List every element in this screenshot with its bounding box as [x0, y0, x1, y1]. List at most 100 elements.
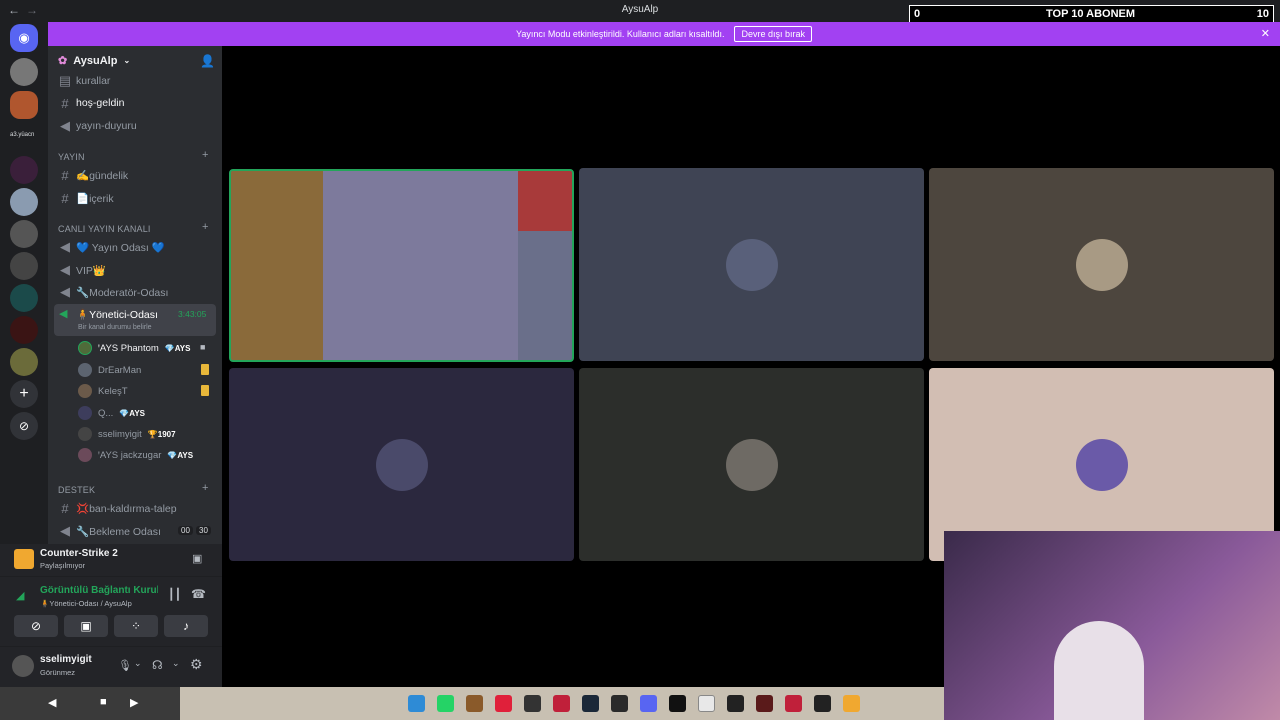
app-icon[interactable]: [785, 695, 802, 712]
close-icon[interactable]: ✕: [1261, 27, 1270, 40]
channel-label: ✍️gündelik: [76, 169, 129, 182]
stop-icon[interactable]: ■: [100, 696, 107, 708]
app-icon[interactable]: [466, 695, 483, 712]
channel-icerik[interactable]: # 📄içerik: [58, 189, 113, 207]
steam-icon[interactable]: [582, 695, 599, 712]
hash-icon: #: [61, 95, 69, 111]
user-tag: 💎AYS: [167, 450, 194, 460]
voice-user-name: sselimyigit: [98, 428, 142, 440]
channel-status-prompt[interactable]: Bir kanal durumu belirle: [78, 324, 152, 331]
server-label: a3.yüacn: [10, 132, 35, 138]
video-tile-5[interactable]: [579, 368, 924, 561]
video-tile-camera-1[interactable]: [229, 169, 574, 362]
server-icon[interactable]: [10, 284, 38, 312]
server-icon-aysualp[interactable]: [10, 91, 38, 119]
channel-kurallar[interactable]: ▤ kurallar: [58, 72, 111, 90]
voice-user[interactable]: sselimyigit 🏆1907: [78, 425, 176, 443]
megaphone-icon: ◀: [60, 118, 70, 133]
signal-icon[interactable]: ◢: [16, 589, 24, 602]
chevron-down-icon[interactable]: ⌄: [172, 658, 180, 669]
add-channel-icon[interactable]: +: [202, 482, 208, 494]
channel-vip[interactable]: ◀ VIP👑: [58, 261, 106, 279]
channel-ban-kaldirma[interactable]: # 💢ban-kaldırma-talep: [58, 499, 176, 517]
discord-icon[interactable]: [640, 695, 657, 712]
app-icon[interactable]: [524, 695, 541, 712]
video-tile-2[interactable]: [579, 168, 924, 361]
voice-user[interactable]: ꞌAYS Phantom 💎AYS: [78, 339, 190, 357]
user-status: Görünmez: [40, 668, 76, 677]
voice-channel[interactable]: 🧍Yönetici-Odası / AysuAlp: [40, 599, 132, 608]
microphone-icon[interactable]: 🎙: [118, 659, 132, 672]
tiktok-icon[interactable]: [669, 695, 686, 712]
speaker-icon: ◀: [60, 523, 70, 538]
add-channel-icon[interactable]: +: [202, 149, 208, 161]
channel-yayin-odasi[interactable]: ◀ 💙 Yayın Odası 💙: [58, 238, 165, 256]
server-header[interactable]: ✿ AysuAlp ⌄: [58, 54, 130, 68]
username[interactable]: sselimyigit: [40, 654, 92, 665]
chevron-down-icon[interactable]: ⌄: [134, 658, 142, 669]
cs2-taskbar-icon[interactable]: [843, 695, 860, 712]
soundboard-button[interactable]: ♪: [164, 615, 208, 637]
avatar: [78, 363, 92, 377]
voice-user-name: KeleşT: [98, 385, 128, 397]
windows-start-icon[interactable]: [408, 695, 425, 712]
voice-user[interactable]: KeleşT: [78, 382, 128, 400]
video-tile-3[interactable]: [929, 168, 1274, 361]
channel-moderator[interactable]: ◀ 🔧Moderatör-Odası: [58, 283, 168, 301]
channel-gundelik[interactable]: # ✍️gündelik: [58, 166, 128, 184]
channel-hos-geldin[interactable]: # hoş-geldin: [58, 94, 124, 112]
next-icon[interactable]: ▶: [130, 696, 138, 709]
server-icon[interactable]: [10, 220, 38, 248]
terminal-icon[interactable]: [814, 695, 831, 712]
server-icon[interactable]: [10, 316, 38, 344]
prev-icon[interactable]: ◀: [48, 696, 56, 709]
channel-bekleme[interactable]: ◀ 🔧Bekleme Odası: [58, 522, 161, 540]
avatar[interactable]: [12, 655, 34, 677]
voice-user[interactable]: ꞌAYS jackzugar 💎AYS: [78, 446, 193, 464]
whatsapp-icon[interactable]: [437, 695, 454, 712]
category-yayin[interactable]: YAYIN: [58, 152, 85, 162]
discord-home-icon[interactable]: ◉: [10, 24, 38, 52]
channel-yayin-duyuru[interactable]: ◀ yayın-duyuru: [58, 117, 137, 135]
video-tile-4[interactable]: [229, 368, 574, 561]
voice-user[interactable]: DrEarMan: [78, 361, 141, 379]
app-icon[interactable]: [495, 695, 512, 712]
overlay-right-count: 10: [1256, 8, 1269, 20]
disconnect-icon[interactable]: ☎: [191, 587, 206, 601]
server-icon[interactable]: [10, 252, 38, 280]
hash-icon: #: [61, 190, 69, 206]
user-tag: 🏆1907: [147, 429, 176, 439]
epic-games-icon[interactable]: [611, 695, 628, 712]
app-icon[interactable]: [727, 695, 744, 712]
category-destek[interactable]: DESTEK: [58, 485, 95, 495]
screen-share-button[interactable]: ▣: [64, 615, 108, 637]
server-icon[interactable]: [10, 58, 38, 86]
channel-label: 🧍Yönetici-Odası: [76, 309, 158, 321]
app-icon[interactable]: [553, 695, 570, 712]
channel-label: hoş-geldin: [76, 97, 125, 109]
server-icon[interactable]: [10, 188, 38, 216]
headphones-icon[interactable]: ☊: [152, 658, 163, 672]
streamer-webcam-overlay: [944, 531, 1280, 720]
voice-status[interactable]: Görüntülü Bağlantı Kuruldu: [40, 585, 158, 596]
app-icon[interactable]: [756, 695, 773, 712]
add-channel-icon[interactable]: +: [202, 221, 208, 233]
add-server-icon[interactable]: +: [10, 380, 38, 408]
category-canli-yayin[interactable]: CANLI YAYIN KANALI: [58, 224, 151, 234]
activities-button[interactable]: ⁘: [114, 615, 158, 637]
voice-user[interactable]: Q... 💎AYS: [78, 404, 145, 422]
chrome-icon[interactable]: [698, 695, 715, 712]
camera-off-button[interactable]: ⊘: [14, 615, 58, 637]
avatar: [78, 448, 92, 462]
gear-icon[interactable]: ⚙: [190, 656, 203, 673]
server-icon[interactable]: [10, 348, 38, 376]
invite-icon[interactable]: 👤: [200, 54, 215, 68]
channel-yonetici-active[interactable]: ◀ 🧍Yönetici-Odası 3:43:05 Bir kanal duru…: [54, 304, 216, 336]
discover-icon[interactable]: ⊘: [10, 412, 38, 440]
banner-text: Yayıncı Modu etkinleştirildi. Kullanıcı …: [516, 29, 725, 39]
server-icon[interactable]: [10, 156, 38, 184]
disable-streamer-mode-button[interactable]: Devre dışı bırak: [734, 26, 812, 42]
noise-suppression-icon[interactable]: ┃┃: [168, 588, 181, 601]
stream-game-icon[interactable]: ▣: [192, 552, 202, 565]
channel-sidebar: ✿ AysuAlp ⌄ 👤 ▤ kurallar # hoş-geldin ◀ yay…: [48, 46, 222, 544]
